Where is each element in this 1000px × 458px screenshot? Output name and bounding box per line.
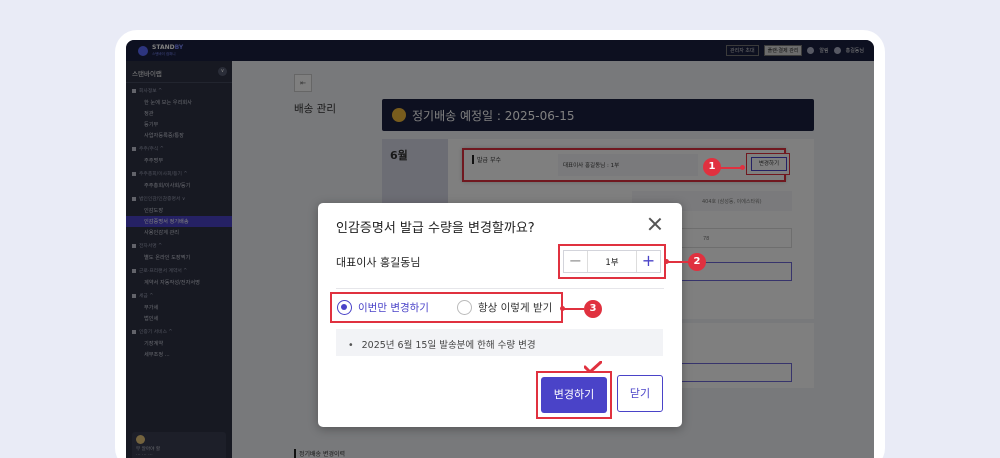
callout-line-2 [666, 261, 688, 263]
close-icon[interactable] [648, 217, 662, 231]
callout-badge-1: 1 [703, 158, 721, 176]
quantity-value: 1부 [605, 257, 619, 268]
checkmark-icon [584, 361, 602, 373]
option-radio-group: 이번만 변경하기 항상 이렇게 받기 [330, 292, 563, 323]
callout-line-1 [720, 167, 742, 169]
quantity-stepper-highlight: − 1부 + [558, 244, 666, 279]
quantity-stepper: − 1부 + [563, 250, 661, 273]
change-quantity-dialog: 인감증명서 발급 수량을 변경할까요? 대표이사 홍길동님 − 1부 + 이번만… [318, 203, 682, 427]
plus-icon[interactable]: + [636, 251, 660, 272]
confirm-button-highlight: 변경하기 [536, 371, 612, 419]
representative-label: 대표이사 홍길동님 [336, 256, 421, 269]
dialog-divider [336, 288, 664, 289]
radio-checked-icon [337, 300, 352, 315]
callout-badge-3: 3 [584, 300, 602, 318]
close-dialog-button[interactable]: 닫기 [617, 375, 663, 412]
callout-dot-1 [740, 165, 745, 170]
radio-always-label: 항상 이렇게 받기 [477, 302, 553, 314]
confirm-change-button[interactable]: 변경하기 [541, 377, 607, 413]
dialog-title: 인감증명서 발급 수량을 변경할까요? [336, 221, 535, 236]
radio-unchecked-icon [456, 300, 472, 315]
radio-change-once-label: 이번만 변경하기 [358, 302, 429, 314]
callout-badge-2: 2 [688, 253, 706, 271]
radio-change-once[interactable]: 이번만 변경하기 [337, 300, 429, 315]
change-note: 2025년 6월 15일 발송분에 한해 수량 변경 [336, 329, 663, 356]
minus-icon[interactable]: − [564, 251, 588, 272]
radio-always[interactable]: 항상 이렇게 받기 [456, 300, 553, 315]
callout-line-3 [562, 308, 584, 310]
